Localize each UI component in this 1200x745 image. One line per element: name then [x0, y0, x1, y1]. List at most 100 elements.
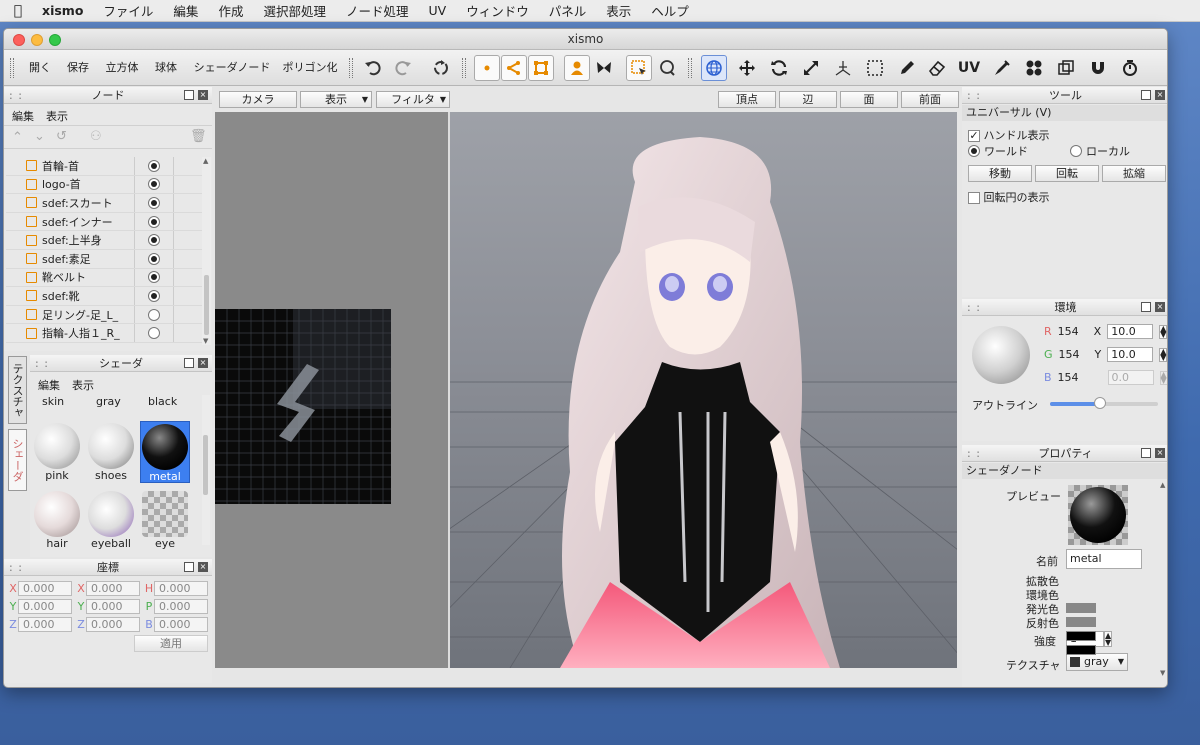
- rotation-circle-checkbox[interactable]: 回転円の表示: [968, 189, 1050, 205]
- menu-node[interactable]: ノード処理: [336, 1, 419, 20]
- shader-menu-view[interactable]: 表示: [72, 377, 94, 393]
- node-list-item[interactable]: 首輪-首: [6, 157, 204, 176]
- node-list-item[interactable]: 足リング-足_L_: [6, 305, 204, 325]
- box-icon[interactable]: [1053, 55, 1079, 81]
- edge-mode-icon[interactable]: [501, 55, 527, 81]
- light-z-field[interactable]: 0.0: [1107, 370, 1154, 385]
- node-list-scrollbar[interactable]: ▲ ▼: [202, 157, 211, 345]
- axis-icon[interactable]: [830, 55, 856, 81]
- apply-button[interactable]: 適用: [134, 635, 208, 652]
- rotate-icon[interactable]: [766, 55, 792, 81]
- node-visibility-radio[interactable]: [148, 178, 160, 191]
- redo-icon[interactable]: [390, 55, 416, 81]
- face-button[interactable]: 面: [840, 91, 898, 108]
- pencil-icon[interactable]: [894, 55, 920, 81]
- 3d-viewport[interactable]: [450, 112, 957, 668]
- node-list-item[interactable]: 指輪-人指１_R_: [6, 324, 204, 343]
- node-list-item[interactable]: sdef:靴: [6, 287, 204, 306]
- open-button[interactable]: 開く: [26, 59, 54, 77]
- emissive-color-swatch[interactable]: [1066, 631, 1096, 641]
- node-menu-view[interactable]: 表示: [46, 108, 68, 124]
- panel-restore-icon[interactable]: [184, 358, 194, 368]
- node-visibility-radio[interactable]: [148, 308, 160, 321]
- stepper-icon[interactable]: ▲ ▼: [1159, 347, 1167, 362]
- uv-view[interactable]: [215, 112, 448, 668]
- stepper-icon[interactable]: ▲ ▼: [1159, 324, 1167, 339]
- node-user-icon[interactable]: ⚇: [90, 129, 102, 144]
- menu-panel[interactable]: パネル: [539, 1, 597, 20]
- coord-field[interactable]: 0.000: [86, 581, 140, 596]
- menu-app-name[interactable]: xismo: [36, 3, 93, 18]
- panel-close-icon[interactable]: ×: [198, 90, 208, 100]
- scroll-thumb[interactable]: [203, 435, 208, 495]
- minimize-window-button[interactable]: [31, 34, 43, 46]
- node-visibility-radio[interactable]: [148, 234, 160, 247]
- panel-restore-icon[interactable]: [1141, 302, 1151, 312]
- node-down-icon[interactable]: ⌄: [34, 129, 45, 144]
- panel-restore-icon[interactable]: [1141, 448, 1151, 458]
- scale-icon[interactable]: [798, 55, 824, 81]
- shader-thumb-eye[interactable]: eye: [140, 489, 190, 551]
- shader-node-button[interactable]: シェーダノード: [190, 59, 274, 77]
- magnet-icon[interactable]: [1085, 55, 1111, 81]
- toolbar-grip[interactable]: [10, 58, 14, 78]
- ambient-color-swatch[interactable]: [1066, 617, 1096, 627]
- close-window-button[interactable]: [13, 34, 25, 46]
- handle-display-checkbox[interactable]: ✓ ハンドル表示: [968, 127, 1050, 143]
- polygonize-button[interactable]: ポリゴン化: [280, 59, 340, 77]
- menu-file[interactable]: ファイル: [93, 1, 163, 20]
- menu-window[interactable]: ウィンドウ: [456, 1, 539, 20]
- node-reparent-icon[interactable]: ↺: [56, 129, 67, 144]
- node-list-item[interactable]: 靴ベルト: [6, 268, 204, 288]
- scroll-thumb[interactable]: [204, 275, 209, 335]
- coord-field[interactable]: 0.000: [86, 599, 140, 614]
- coord-field[interactable]: 0.000: [154, 581, 208, 596]
- menu-selection[interactable]: 選択部処理: [253, 1, 336, 20]
- node-up-icon[interactable]: ⌃: [12, 130, 23, 145]
- panel-close-icon[interactable]: ×: [198, 562, 208, 572]
- object-mode-icon[interactable]: [564, 55, 590, 81]
- globe-icon[interactable]: [701, 55, 727, 81]
- undo-icon[interactable]: [360, 55, 386, 81]
- tab-shader[interactable]: シェーダ: [8, 429, 27, 491]
- coord-field[interactable]: 0.000: [18, 599, 72, 614]
- node-visibility-radio[interactable]: [148, 289, 160, 302]
- select-icon[interactable]: [626, 55, 652, 81]
- panel-close-icon[interactable]: ×: [1155, 90, 1165, 100]
- panel-close-icon[interactable]: ×: [198, 358, 208, 368]
- eraser-icon[interactable]: [924, 55, 950, 81]
- tab-texture[interactable]: テクスチャ: [8, 356, 27, 424]
- specular-color-swatch[interactable]: [1066, 645, 1096, 655]
- toolbar-grip[interactable]: [349, 58, 353, 78]
- recycle-icon[interactable]: [428, 55, 454, 81]
- brush-icon[interactable]: [989, 55, 1015, 81]
- camera-button[interactable]: カメラ: [219, 91, 297, 108]
- node-visibility-radio[interactable]: [148, 196, 160, 209]
- name-field[interactable]: metal: [1066, 549, 1142, 569]
- node-list-item[interactable]: sdef:上半身: [6, 231, 204, 250]
- filter-dropdown[interactable]: フィルタ ▼: [376, 91, 450, 108]
- view-dropdown[interactable]: 表示 ▼: [300, 91, 372, 108]
- panel-restore-icon[interactable]: [184, 90, 194, 100]
- toolbar-grip[interactable]: [462, 58, 466, 78]
- rotate-button[interactable]: 回転: [1035, 165, 1099, 182]
- shader-skin-label[interactable]: skin: [42, 395, 64, 408]
- world-radio[interactable]: ワールド: [968, 143, 1028, 159]
- menu-view[interactable]: 表示: [596, 1, 641, 20]
- node-list-item[interactable]: logo-首: [6, 175, 204, 195]
- outline-slider[interactable]: [1050, 397, 1158, 409]
- light-x-field[interactable]: 10.0: [1107, 324, 1154, 339]
- pinwheel-icon[interactable]: [1021, 55, 1047, 81]
- coord-field[interactable]: 0.000: [18, 581, 72, 596]
- face-mode-icon[interactable]: [528, 55, 554, 81]
- light-y-field[interactable]: 10.0: [1107, 347, 1154, 362]
- sphere-button[interactable]: 球体: [152, 59, 180, 77]
- shader-thumb-shoes[interactable]: shoes: [86, 421, 136, 483]
- lasso-icon[interactable]: [654, 55, 680, 81]
- menu-create[interactable]: 作成: [208, 1, 253, 20]
- panel-close-icon[interactable]: ×: [1155, 448, 1165, 458]
- menu-edit[interactable]: 編集: [163, 1, 208, 20]
- rect-select-icon[interactable]: [862, 55, 888, 81]
- node-visibility-radio[interactable]: [148, 159, 160, 172]
- slider-knob[interactable]: [1093, 397, 1106, 409]
